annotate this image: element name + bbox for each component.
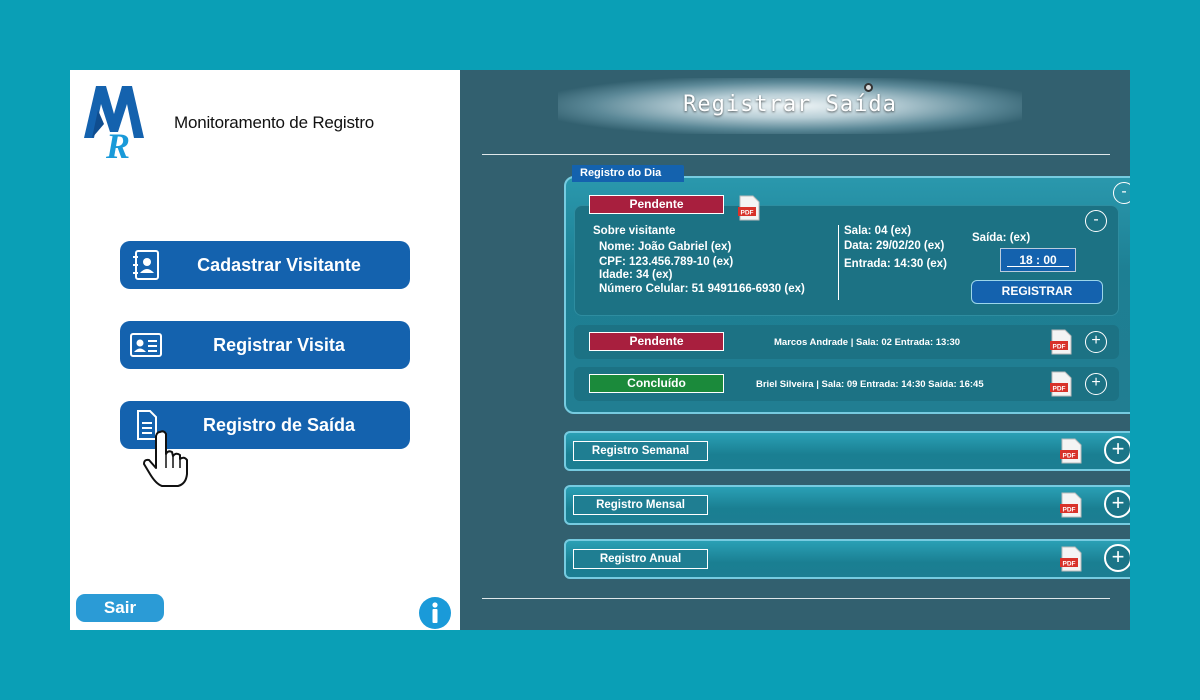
status-badge: Concluído — [589, 374, 724, 393]
nav-label: Cadastrar Visitante — [197, 254, 361, 275]
weekly-register-label: Registro Semanal — [573, 441, 708, 461]
daily-register-tab: Registro do Dia — [572, 165, 684, 182]
nav-cadastrar-visitante-button[interactable]: Cadastrar Visitante — [120, 241, 410, 289]
svg-text:PDF: PDF — [1053, 344, 1066, 351]
pdf-icon[interactable]: PDF — [1050, 371, 1072, 397]
sidebar: R Monitoramento de Registro Cadastrar Vi… — [70, 70, 460, 630]
visitor-cpf: CPF: 123.456.789-10 (ex) — [599, 256, 734, 268]
nav-label: Registrar Visita — [213, 334, 345, 355]
annual-register-label: Registro Anual — [573, 549, 708, 569]
app-title: Monitoramento de Registro — [174, 113, 375, 132]
mr-logo: R — [84, 86, 144, 158]
svg-text:PDF: PDF — [741, 210, 754, 217]
status-badge: Pendente — [589, 332, 724, 351]
svg-text:R: R — [105, 126, 130, 158]
exit-time-value: 18 : 00 — [1019, 253, 1057, 267]
monthly-register-label: Registro Mensal — [573, 495, 708, 515]
panel-collapse-button[interactable]: - — [1113, 182, 1130, 204]
app-window: R Monitoramento de Registro Cadastrar Vi… — [70, 70, 1130, 630]
exit-time-input[interactable]: 18 : 00 — [1000, 248, 1076, 272]
row-summary: Marcos Andrade | Sala: 02 Entrada: 13:30 — [774, 337, 961, 348]
register-button[interactable]: REGISTRAR — [971, 280, 1103, 304]
top-divider — [482, 154, 1110, 155]
svg-text:PDF: PDF — [1063, 561, 1076, 568]
svg-text:PDF: PDF — [1053, 386, 1066, 393]
pdf-icon[interactable]: PDF — [1050, 329, 1072, 355]
nav-registrar-visita-button[interactable]: Registrar Visita — [120, 321, 410, 369]
logout-button[interactable]: Sair — [76, 594, 164, 622]
svg-text:PDF: PDF — [1063, 507, 1076, 514]
visitor-name: Nome: João Gabriel (ex) — [599, 241, 732, 253]
status-badge: Pendente — [589, 195, 724, 214]
row-expand-button[interactable]: + — [1085, 331, 1107, 353]
visit-room: Sala: 04 (ex) — [844, 225, 912, 237]
row-expand-button[interactable]: + — [1085, 373, 1107, 395]
pdf-icon[interactable]: PDF — [738, 195, 760, 221]
pdf-icon[interactable]: PDF — [1060, 438, 1082, 464]
row-summary: Briel Silveira | Sala: 09 Entrada: 14:30… — [756, 379, 984, 390]
hand-pointer-icon — [143, 430, 188, 487]
exit-label: Saída: (ex) — [972, 232, 1031, 244]
visitor-section-title: Sobre visitante — [593, 225, 676, 237]
visitor-age: Idade: 34 (ex) — [599, 269, 673, 281]
svg-text:PDF: PDF — [1063, 453, 1076, 460]
card-divider — [838, 225, 839, 300]
main-content: Registrar Saída Registro do Dia - Penden… — [460, 70, 1130, 630]
camera-dot-icon — [864, 83, 873, 92]
visit-date: Data: 29/02/20 (ex) — [844, 240, 945, 252]
pdf-icon[interactable]: PDF — [1060, 546, 1082, 572]
monthly-expand-button[interactable]: + — [1104, 490, 1130, 518]
card-collapse-button[interactable]: - — [1085, 210, 1107, 232]
visit-entry: Entrada: 14:30 (ex) — [844, 258, 947, 270]
annual-expand-button[interactable]: + — [1104, 544, 1130, 572]
weekly-expand-button[interactable]: + — [1104, 436, 1130, 464]
pdf-icon[interactable]: PDF — [1060, 492, 1082, 518]
page-title: Registrar Saída — [683, 92, 897, 117]
bottom-divider — [482, 598, 1110, 599]
info-icon[interactable] — [418, 596, 452, 630]
visitor-phone: Número Celular: 51 9491166-6930 (ex) — [599, 283, 805, 295]
time-underline — [1007, 266, 1069, 267]
